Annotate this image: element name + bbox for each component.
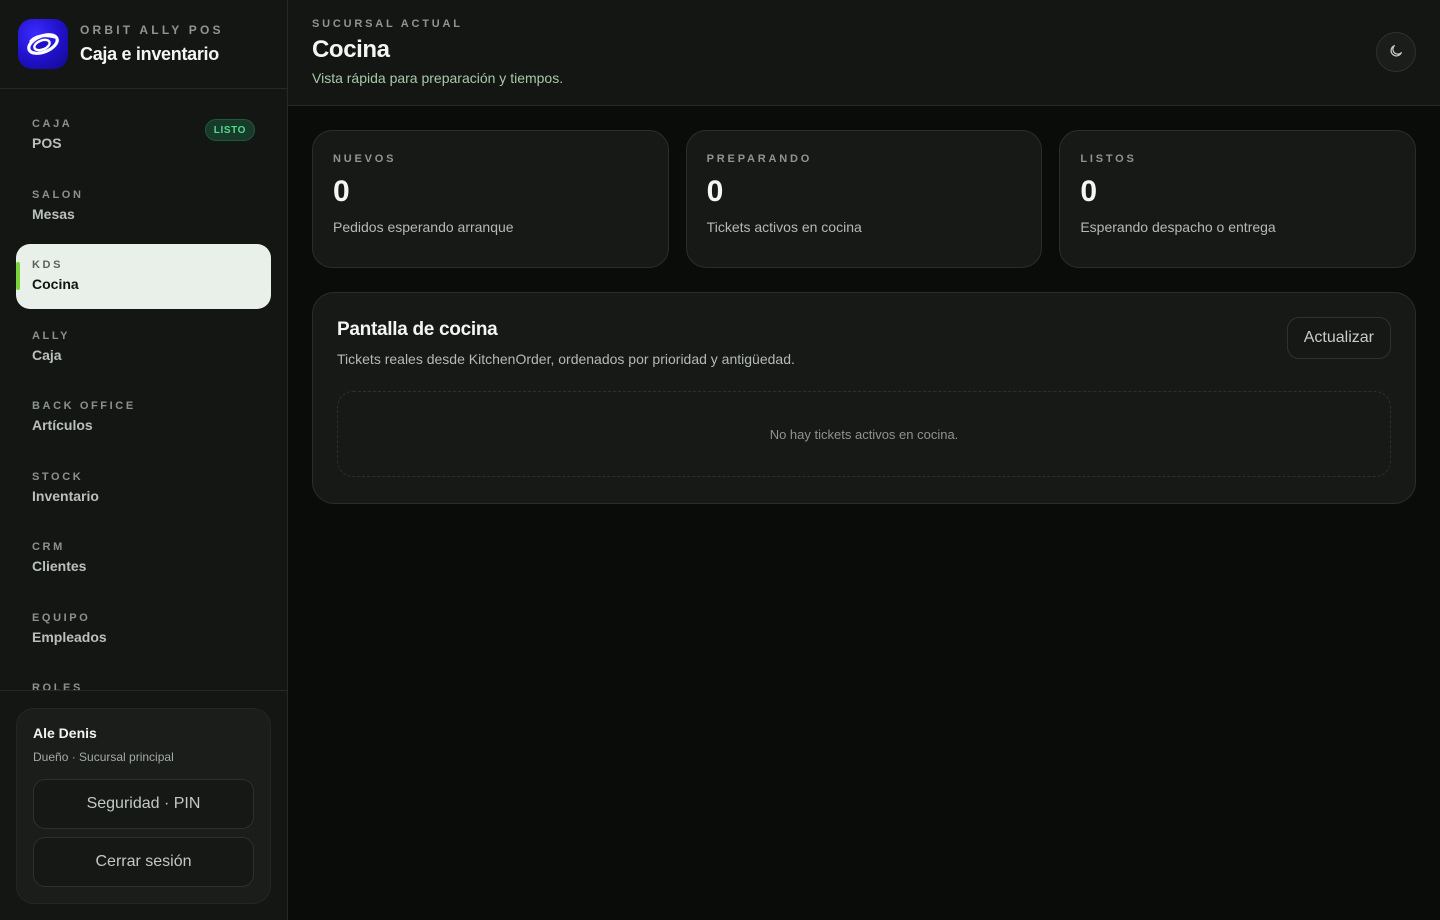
sidebar-item-roles[interactable]: ROLES (16, 667, 271, 708)
user-name: Ale Denis (33, 725, 97, 741)
sidebar-item-label: Artículos (32, 417, 93, 433)
sidebar-item-label: Cocina (32, 276, 79, 292)
app-shell: ORBIT ALLY POS Caja e inventario CAJA PO… (0, 0, 1440, 920)
sidebar-item-pos[interactable]: CAJA POS LISTO (16, 103, 271, 168)
stat-desc: Tickets activos en cocina (706, 219, 862, 235)
page-header: SUCURSAL ACTUAL Cocina Vista rápida para… (288, 0, 1440, 106)
sidebar-item-kicker: EQUIPO (32, 611, 91, 624)
stat-card-listos: LISTOS 0 Esperando despacho o entrega (1059, 130, 1417, 268)
sidebar-item-clientes[interactable]: CRM Clientes (16, 526, 271, 591)
kitchen-screen-panel: Pantalla de cocina Tickets reales desde … (312, 292, 1416, 504)
stat-kicker: NUEVOS (333, 153, 397, 165)
stat-value: 0 (333, 175, 350, 208)
stats-row: NUEVOS 0 Pedidos esperando arranque PREP… (312, 130, 1417, 268)
brand-title: Caja e inventario (80, 44, 219, 64)
stat-kicker: LISTOS (1080, 153, 1137, 165)
user-card: Ale Denis Dueño · Sucursal principal Seg… (16, 708, 271, 904)
page-subtitle: Vista rápida para preparación y tiempos. (312, 70, 564, 86)
sidebar-item-inventario[interactable]: STOCK Inventario (16, 456, 271, 521)
sidebar-nav: CAJA POS LISTO SALON Mesas KDS Cocina AL… (0, 89, 287, 708)
sidebar-item-empleados[interactable]: EQUIPO Empleados (16, 597, 271, 662)
panel-subtitle: Tickets reales desde KitchenOrder, orden… (337, 351, 795, 367)
sidebar-item-cocina[interactable]: KDS Cocina (16, 244, 271, 309)
sidebar-item-label: Inventario (32, 487, 99, 504)
sidebar-item-label: Caja (32, 346, 62, 363)
sidebar-item-label: Empleados (32, 628, 107, 645)
brand-kicker: ORBIT ALLY POS (80, 23, 224, 37)
sidebar: ORBIT ALLY POS Caja e inventario CAJA PO… (0, 0, 288, 920)
sidebar-item-kicker: CRM (32, 541, 65, 553)
orbit-logo-icon (18, 19, 68, 69)
status-badge: LISTO (204, 119, 255, 141)
sidebar-item-kicker: ROLES (32, 682, 83, 694)
page-title: Cocina (312, 36, 390, 63)
sidebar-item-mesas[interactable]: SALON Mesas (16, 174, 271, 239)
sidebar-item-caja[interactable]: ALLY Caja (16, 315, 271, 380)
stat-value: 0 (706, 175, 724, 208)
panel-title: Pantalla de cocina (337, 319, 498, 340)
header-kicker: SUCURSAL ACTUAL (312, 18, 463, 30)
refresh-button[interactable]: Actualizar (1286, 317, 1391, 359)
brand-header: ORBIT ALLY POS Caja e inventario (0, 0, 287, 89)
stat-kicker: PREPARANDO (706, 153, 813, 165)
stat-desc: Pedidos esperando arranque (333, 219, 514, 235)
sidebar-item-kicker: ALLY (32, 329, 71, 342)
theme-toggle-button[interactable] (1376, 32, 1416, 72)
sidebar-divider (0, 690, 287, 691)
stat-value: 0 (1080, 175, 1098, 208)
sidebar-item-label: Mesas (32, 205, 75, 222)
stat-card-preparando: PREPARANDO 0 Tickets activos en cocina (685, 130, 1043, 268)
security-pin-button[interactable]: Seguridad · PIN (33, 779, 254, 829)
empty-state: No hay tickets activos en cocina. (337, 391, 1391, 477)
sidebar-item-label: Clientes (32, 558, 87, 574)
sidebar-item-kicker: STOCK (32, 470, 84, 483)
user-role: Dueño · Sucursal principal (33, 750, 174, 764)
sidebar-item-kicker: BACK OFFICE (32, 400, 136, 412)
sidebar-item-articulos[interactable]: BACK OFFICE Artículos (16, 385, 271, 450)
kitchen-content: NUEVOS 0 Pedidos esperando arranque PREP… (288, 106, 1440, 504)
stat-card-nuevos: NUEVOS 0 Pedidos esperando arranque (312, 130, 669, 268)
main-area: SUCURSAL ACTUAL Cocina Vista rápida para… (288, 0, 1440, 920)
sidebar-item-kicker: KDS (32, 259, 64, 271)
stat-desc: Esperando despacho o entrega (1080, 219, 1276, 235)
moon-icon (1388, 43, 1404, 62)
sidebar-item-kicker: SALON (32, 188, 84, 201)
logout-button[interactable]: Cerrar sesión (33, 837, 254, 887)
